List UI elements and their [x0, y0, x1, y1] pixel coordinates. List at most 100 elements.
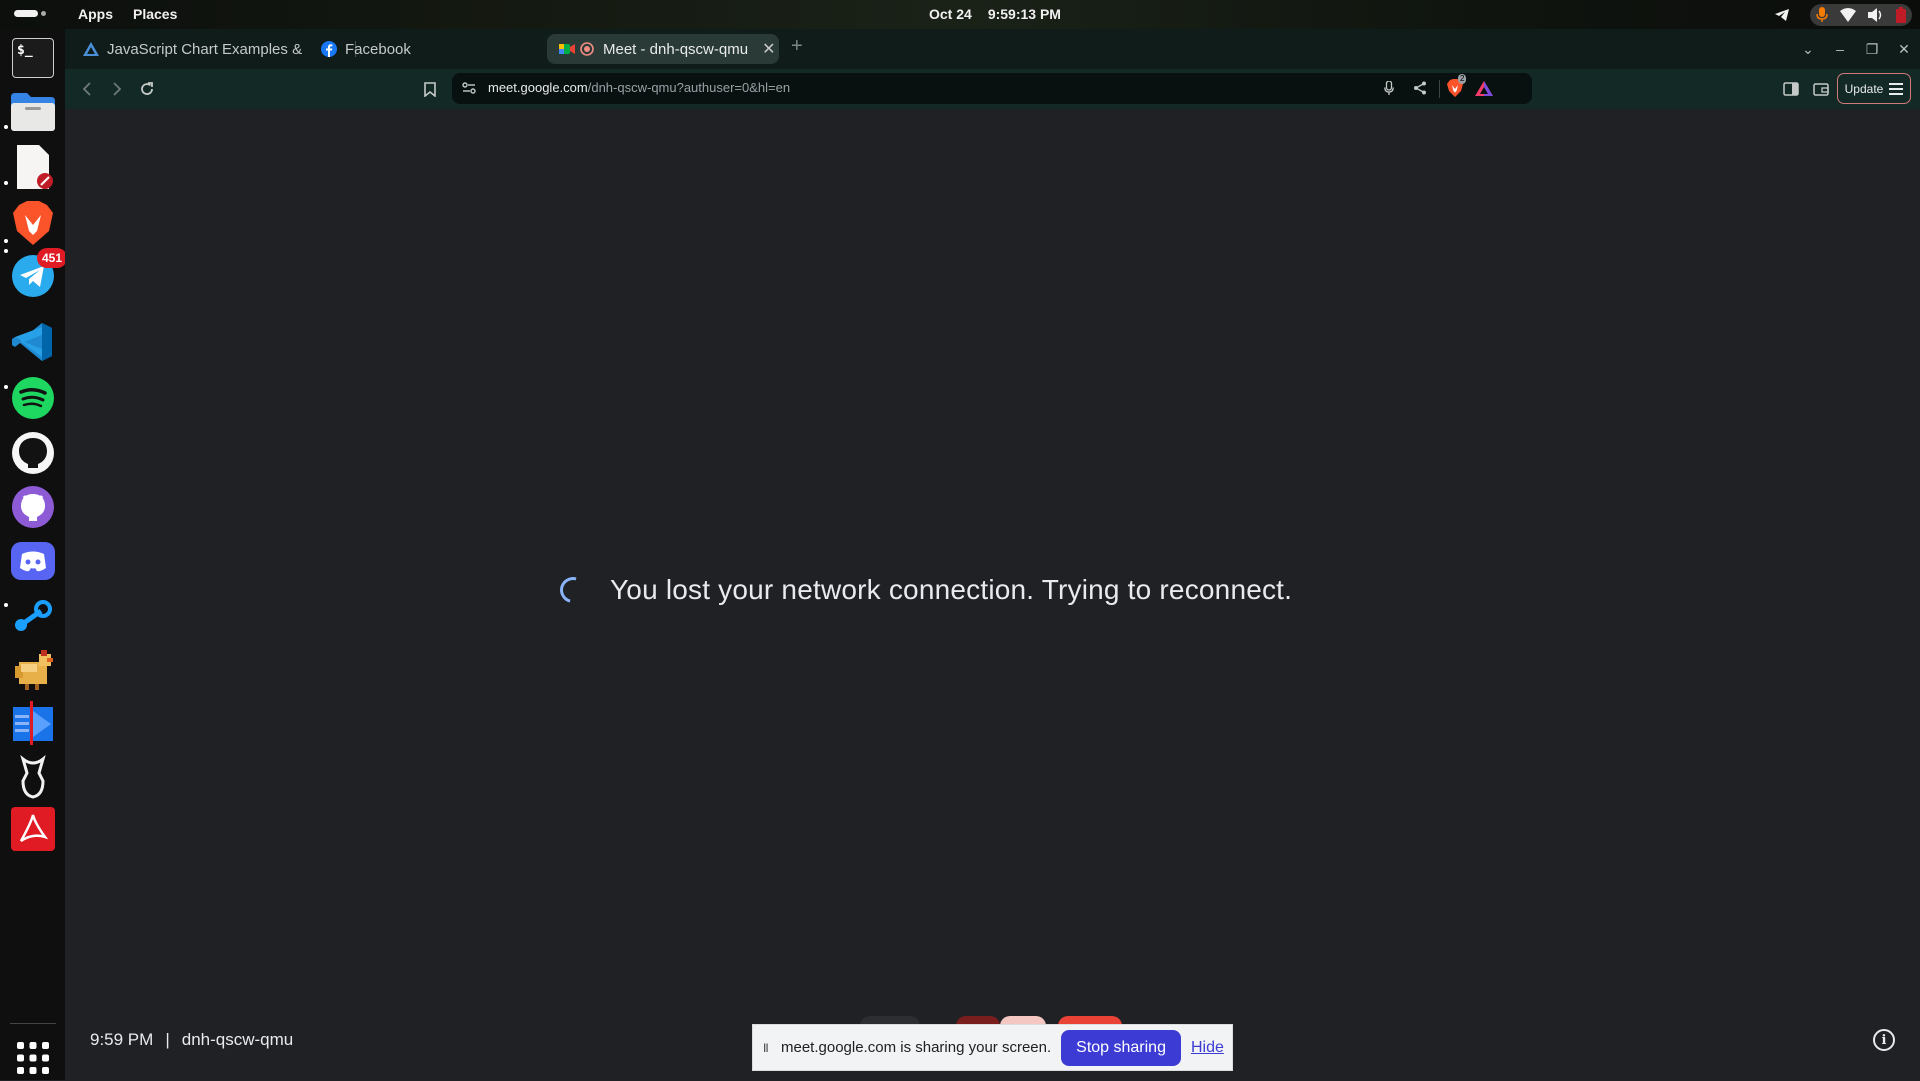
folder-icon	[11, 93, 55, 131]
hamburger-menu-icon	[1889, 82, 1904, 95]
telegram-tray-icon[interactable]	[1768, 0, 1796, 29]
close-tab-icon[interactable]: ✕	[762, 39, 775, 59]
dock-files[interactable]	[10, 89, 56, 135]
show-apps-button[interactable]	[10, 1035, 56, 1081]
vscode-icon	[12, 323, 52, 361]
dock-stardew-valley[interactable]	[10, 647, 56, 693]
chicken-icon	[15, 650, 53, 690]
system-status-menu[interactable]	[1810, 3, 1912, 26]
sidebar-toggle-button[interactable]	[1779, 77, 1803, 101]
browser-toolbar: meet.google.com/dnh-qscw-qmu?authuser=0&…	[65, 69, 1920, 109]
meeting-time: 9:59 PM	[90, 1030, 154, 1049]
tab-facebook[interactable]: Facebook	[319, 34, 519, 64]
app-grid-icon	[17, 1042, 49, 1074]
meeting-details: 9:59 PM | dnh-qscw-qmu	[90, 1030, 293, 1050]
apps-menu[interactable]: Apps	[78, 6, 113, 22]
window-controls: ⌄ – ❐ ✕	[1792, 29, 1920, 69]
acrobat-icon	[11, 807, 55, 851]
stop-sharing-button[interactable]: Stop sharing	[1061, 1029, 1181, 1066]
dock-text-editor[interactable]	[10, 144, 56, 190]
figure-icon	[20, 755, 46, 799]
wallet-button[interactable]	[1809, 77, 1833, 101]
volume-icon	[1868, 7, 1882, 22]
spotify-icon	[12, 377, 54, 419]
shield-count-badge: 2	[1458, 74, 1467, 84]
facebook-icon	[321, 41, 337, 57]
share-icon[interactable]	[1409, 77, 1431, 99]
bookmark-icon	[424, 81, 436, 97]
meeting-code: dnh-qscw-qmu	[181, 1030, 294, 1049]
activities-button[interactable]	[14, 10, 46, 17]
system-tray	[1768, 0, 1920, 29]
brave-lion-icon	[13, 201, 53, 245]
omnibox-divider	[1439, 80, 1440, 98]
microphone-icon	[1816, 6, 1828, 22]
forward-button[interactable]	[105, 77, 129, 101]
address-bar[interactable]: meet.google.com/dnh-qscw-qmu?authuser=0&…	[452, 73, 1532, 104]
dock-brave-browser[interactable]	[10, 200, 56, 246]
brave-rewards-button[interactable]	[1473, 77, 1495, 99]
screen-sharing-bar: II meet.google.com is sharing your scree…	[752, 1024, 1233, 1071]
hide-sharing-bar-link[interactable]: Hide	[1191, 1039, 1224, 1057]
sidebar-icon	[1783, 82, 1799, 96]
dock-github-desktop[interactable]	[10, 484, 56, 530]
places-menu[interactable]: Places	[133, 6, 177, 22]
update-menu-button[interactable]: Update	[1837, 73, 1911, 104]
terminal-icon: $_	[12, 38, 54, 78]
tab-title: Meet - dnh-qscw-qmu	[603, 40, 749, 58]
tab-title: Facebook	[345, 40, 411, 58]
media-player-icon	[13, 701, 53, 745]
text-editor-icon	[17, 145, 53, 189]
minimize-icon[interactable]: –	[1824, 41, 1856, 57]
update-label: Update	[1844, 81, 1884, 96]
github-desktop-icon	[12, 486, 54, 528]
dock-discord[interactable]	[10, 539, 56, 585]
url-path: /dnh-qscw-qmu?authuser=0&hl=en	[587, 80, 791, 95]
browser-window: JavaScript Chart Examples & Facebook Mee…	[65, 29, 1920, 1080]
google-meet-favicon	[559, 41, 575, 57]
tab-search-icon[interactable]: ⌄	[1792, 41, 1824, 58]
back-button[interactable]	[75, 77, 99, 101]
forward-arrow-icon	[113, 82, 122, 96]
new-tab-button[interactable]: +	[791, 35, 803, 58]
reload-icon	[141, 82, 153, 95]
clock-time: 9:59:13 PM	[987, 6, 1061, 22]
reconnect-banner: You lost your network connection. Trying…	[555, 572, 1293, 608]
maximize-icon[interactable]: ❐	[1856, 41, 1888, 58]
tab-strip: JavaScript Chart Examples & Facebook Mee…	[65, 29, 1920, 69]
meeting-separator: |	[165, 1030, 170, 1049]
dock-pdf-reader[interactable]	[10, 806, 56, 852]
bookmark-button[interactable]	[418, 77, 442, 101]
back-arrow-icon	[82, 82, 91, 96]
system-top-bar: Apps Places Oct 24 9:59:13 PM	[0, 0, 1920, 29]
clock-date: Oct 24	[929, 6, 972, 22]
wifi-icon	[1840, 7, 1856, 22]
dock-terminal[interactable]: $_	[10, 35, 56, 81]
wallet-icon	[1813, 83, 1829, 96]
reload-button[interactable]	[135, 77, 159, 101]
microphone-icon[interactable]	[1378, 77, 1400, 99]
chart-favicon	[83, 41, 99, 57]
dock-telegram[interactable]: 451	[10, 248, 68, 299]
close-window-icon[interactable]: ✕	[1888, 41, 1920, 58]
discord-icon	[11, 542, 55, 580]
drag-handle-icon[interactable]: II	[763, 1041, 775, 1055]
dock-vscode[interactable]	[10, 319, 56, 365]
dock-inkscape[interactable]	[10, 754, 56, 800]
dock-steam[interactable]	[10, 594, 56, 640]
url-text[interactable]: meet.google.com/dnh-qscw-qmu?authuser=0&…	[488, 80, 790, 95]
tab-title: JavaScript Chart Examples &	[107, 40, 303, 58]
site-settings-icon[interactable]	[458, 77, 480, 99]
meeting-info-button[interactable]: i	[1873, 1029, 1895, 1051]
info-icon: i	[1881, 1032, 1887, 1048]
dock-media-app[interactable]	[10, 700, 56, 746]
brave-rewards-triangle-icon	[1475, 80, 1493, 96]
brave-shields-button[interactable]: 2	[1444, 74, 1467, 99]
tab-google-meet[interactable]: Meet - dnh-qscw-qmu ✕	[547, 34, 779, 64]
clock[interactable]: Oct 24 9:59:13 PM	[929, 6, 1061, 22]
reconnect-message: You lost your network connection. Trying…	[610, 574, 1293, 605]
tab-javascript-charts[interactable]: JavaScript Chart Examples &	[81, 34, 351, 64]
dock-github[interactable]	[10, 430, 56, 476]
sharing-message: meet.google.com is sharing your screen.	[781, 1039, 1052, 1056]
dock-spotify[interactable]	[10, 375, 56, 421]
